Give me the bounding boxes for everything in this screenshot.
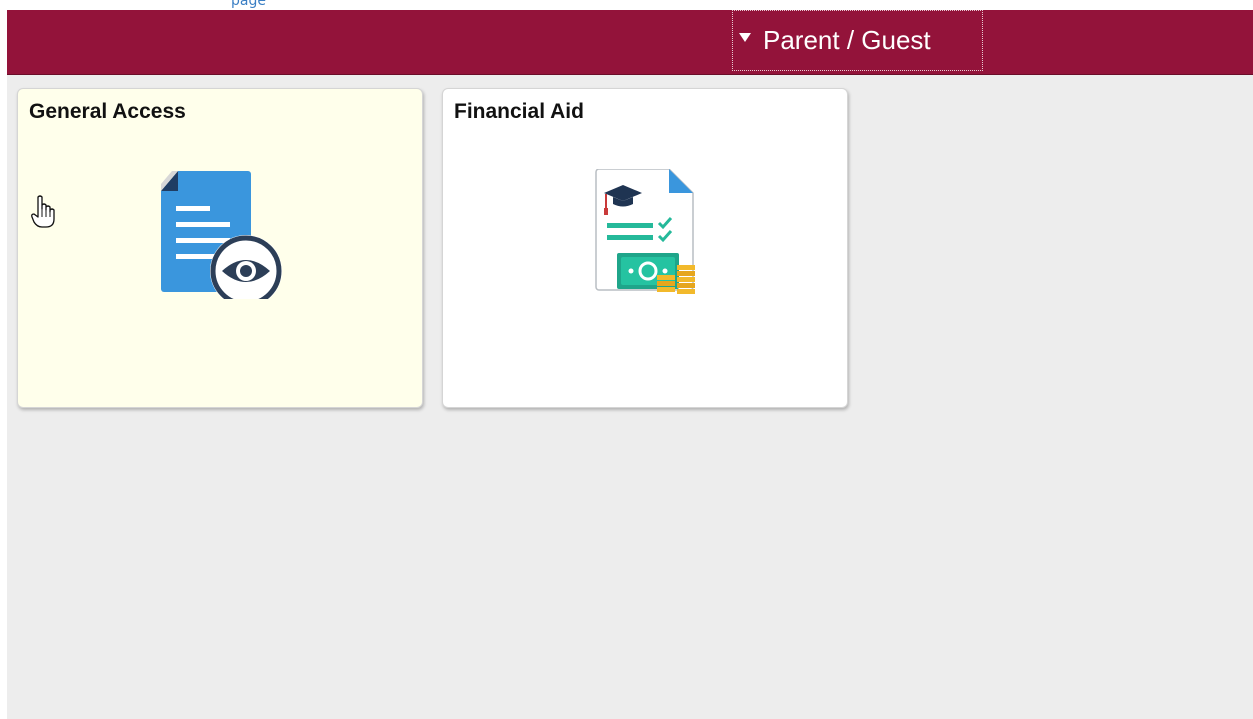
- tile-general-access[interactable]: General Access: [17, 88, 423, 408]
- tile-title: General Access: [29, 100, 186, 123]
- document-view-icon: [161, 171, 282, 299]
- hand-cursor-icon: [31, 195, 55, 228]
- tile-financial-aid[interactable]: Financial Aid: [442, 88, 848, 408]
- tile-title: Financial Aid: [454, 100, 584, 123]
- caret-down-icon: [739, 33, 751, 42]
- financial-aid-document-icon: [595, 169, 695, 294]
- top-strip: page: [0, 0, 1253, 10]
- homepage-content: General Access Financial Aid: [7, 75, 1253, 719]
- header-bar: Parent / Guest: [7, 10, 1253, 75]
- role-selector-dropdown[interactable]: Parent / Guest: [732, 10, 983, 71]
- top-link[interactable]: page: [231, 0, 266, 8]
- role-label: Parent / Guest: [763, 25, 931, 55]
